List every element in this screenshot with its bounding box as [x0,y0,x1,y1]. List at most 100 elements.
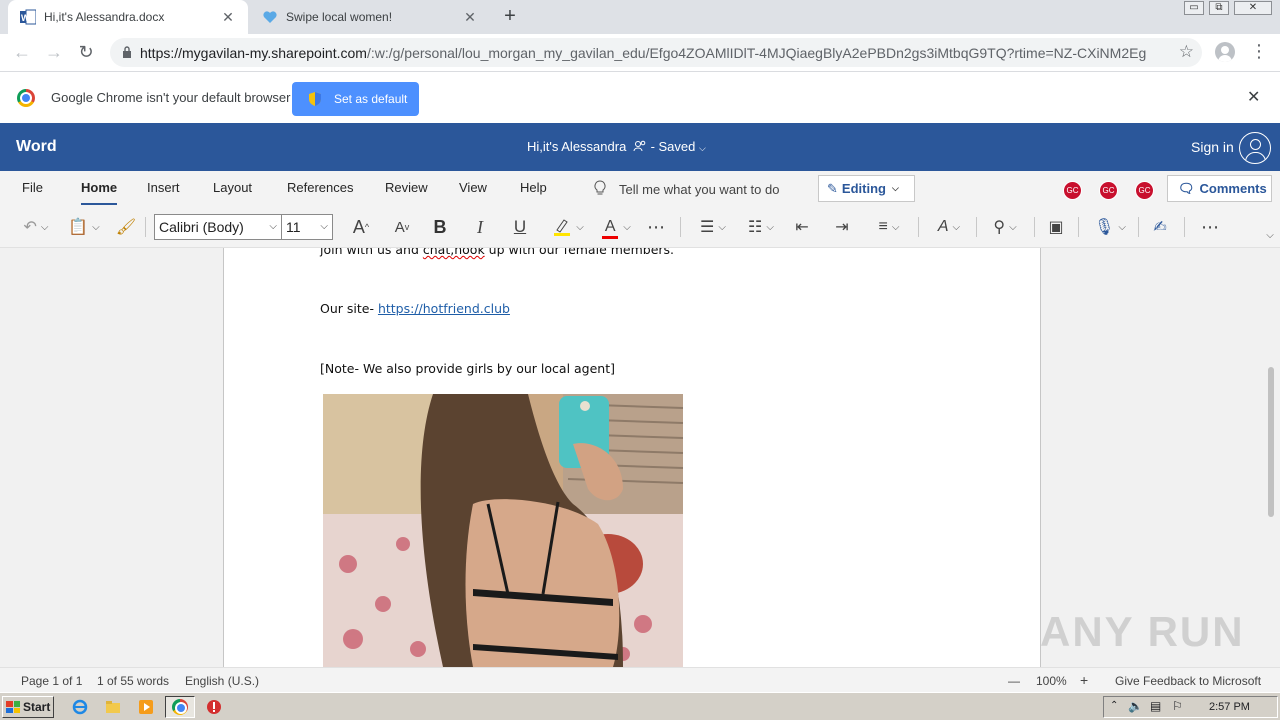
increase-indent-button[interactable]: ⇥ [830,216,854,238]
alignment-button[interactable]: ≡ ⌵ [870,216,908,238]
font-size-dropdown[interactable]: 11 ⌵ [281,214,333,240]
tab-review[interactable]: Review [385,180,428,195]
chrome-taskbar-button[interactable] [165,696,195,718]
zoom-level[interactable]: 100% [1036,674,1067,688]
forward-button[interactable]: → [42,41,66,65]
more-font-options-button[interactable]: ⋯ [644,216,668,238]
infobar-close-icon[interactable]: ✕ [1247,87,1260,107]
comment-icon: 🗨 [1178,180,1195,196]
collaborator-avatar[interactable]: GC [1099,181,1118,200]
window-close-button[interactable]: ✕ [1234,1,1272,15]
grow-font-button[interactable]: A ^ [346,216,376,238]
network-icon[interactable]: ▤ [1150,699,1161,713]
language[interactable]: English (U.S.) [185,674,259,688]
word-header: Word Hi,it's Alessandra - Saved ⌵ Sign i… [0,123,1280,171]
chrome-logo-icon [172,699,188,715]
format-painter-button[interactable]: 🖌 [114,216,138,238]
clipboard-icon: 📋 [68,219,89,236]
collaborator-avatar[interactable]: GC [1135,181,1154,200]
styles-button[interactable]: A ⌵ [930,216,968,238]
feedback-link[interactable]: Give Feedback to Microsoft [1115,674,1261,688]
find-button[interactable]: ⚲ ⌵ [986,216,1024,238]
tab-word-document[interactable]: W Hi,it's Alessandra.docx ✕ [8,0,248,34]
folder-icon[interactable] [105,699,121,715]
volume-icon[interactable]: 🔈 [1128,699,1143,713]
start-button[interactable]: Start [2,696,54,718]
ribbon-collapse-button[interactable]: ⌵ [1260,224,1276,246]
shrink-font-button[interactable]: Av [388,216,416,238]
internet-explorer-icon[interactable] [72,699,88,715]
decrease-indent-button[interactable]: ⇤ [790,216,814,238]
uac-shield-icon [309,92,321,106]
collaborator-avatar[interactable]: GC [1063,181,1082,200]
new-tab-button[interactable]: + [498,5,522,29]
font-color-button[interactable]: A ⌵ [596,216,636,239]
action-center-flag-icon[interactable]: ⚐ [1172,699,1183,713]
tab-home[interactable]: Home [81,180,118,205]
highlight-button[interactable]: ⌵ [548,216,588,238]
bullets-button[interactable]: ☰ ⌵ [694,216,732,238]
tab-file[interactable]: File [22,180,43,195]
bookmark-star-icon[interactable]: ☆ [1179,42,1194,62]
word-count[interactable]: 1 of 55 words [97,674,169,688]
close-tab-icon[interactable]: ✕ [220,9,236,26]
sign-in-link[interactable]: Sign in [1191,139,1234,155]
tab-layout[interactable]: Layout [213,180,252,195]
account-icon[interactable] [1239,132,1271,164]
align-icon: ≡ [878,218,888,235]
media-player-icon[interactable] [138,699,154,715]
clock[interactable]: 2:57 PM [1209,701,1250,713]
tab-insert[interactable]: Insert [147,180,180,195]
chevron-down-icon: ⌵ [269,221,277,232]
italic-button[interactable]: I [468,216,492,238]
comments-label: Comments [1199,181,1267,196]
reload-button[interactable]: ↻ [74,41,98,65]
show-hidden-icons[interactable]: ⌃ [1110,700,1118,711]
minimize-button[interactable]: ▭ [1184,1,1204,15]
zoom-in-button[interactable]: + [1080,672,1088,688]
tab-view[interactable]: View [459,180,487,195]
tell-me-search[interactable]: Tell me what you want to do [619,182,779,197]
underline-button[interactable]: U [508,216,532,238]
embedded-photo[interactable] [323,394,683,667]
numbering-button[interactable]: ☷ ⌵ [742,216,780,238]
dictate-button[interactable]: 🎙 ⌵ [1090,216,1130,238]
word-status-bar: Page 1 of 1 1 of 55 words English (U.S.)… [0,667,1280,692]
ribbon-separator [976,217,977,237]
shared-people-icon [633,140,646,152]
tab-references[interactable]: References [287,180,353,195]
profile-avatar-icon[interactable] [1215,42,1235,62]
chrome-menu-icon[interactable]: ⋮ [1250,41,1268,62]
undo-button[interactable]: ↶ ⌵ [18,216,54,238]
immersive-reader-button[interactable]: ▣ [1044,216,1068,238]
editor-button[interactable]: ✍ [1148,216,1172,238]
paragraph-site[interactable]: Our site- https://hotfriend.club [320,301,510,316]
paragraph-join[interactable]: join with us and chat,hook up with our f… [320,248,674,257]
tab-swipe-local[interactable]: Swipe local women! ✕ [250,0,490,34]
paste-button[interactable]: 📋 ⌵ [66,216,102,238]
word-brand[interactable]: Word [16,138,57,156]
editing-mode-button[interactable]: ✎ Editing ⌵ [818,175,915,202]
ribbon-overflow-button[interactable]: ⋯ [1198,216,1222,238]
browser-tab-strip: W Hi,it's Alessandra.docx ✕ Swipe local … [0,0,1280,34]
site-link[interactable]: https://hotfriend.club [378,301,510,316]
paragraph-note[interactable]: [Note- We also provide girls by our loca… [320,361,615,376]
bold-button[interactable]: B [428,216,452,238]
comments-button[interactable]: 🗨 Comments [1167,175,1272,202]
document-title[interactable]: Hi,it's Alessandra - Saved ⌵ [527,139,706,154]
close-tab-icon[interactable]: ✕ [462,9,478,26]
font-name-dropdown[interactable]: Calibri (Body) ⌵ [154,214,282,240]
scrollbar-thumb[interactable] [1268,367,1274,517]
document-page[interactable]: join with us and chat,hook up with our f… [223,248,1041,667]
tab-title: Hi,it's Alessandra.docx [44,10,165,24]
stop-icon[interactable] [206,699,222,715]
lock-icon [123,46,131,58]
tab-help[interactable]: Help [520,180,547,195]
spelling-error-word[interactable]: chat,hook [423,248,485,257]
address-bar[interactable]: https://mygavilan-my.sharepoint.com/:w:/… [110,38,1202,67]
back-button[interactable]: ← [10,41,34,65]
zoom-out-button[interactable]: — [1008,674,1020,688]
set-as-default-button[interactable]: Set as default [292,82,419,116]
chevron-down-icon: ⌵ [891,221,900,233]
restore-button[interactable]: ⧉ [1209,1,1229,15]
